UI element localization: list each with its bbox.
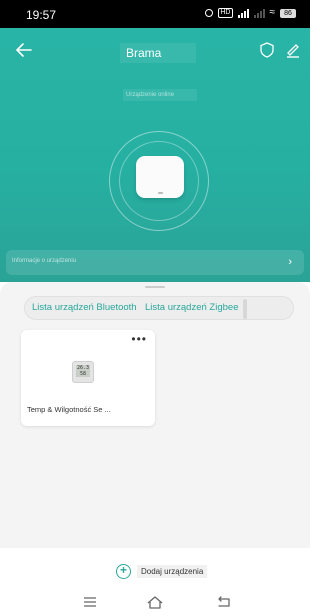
battery-icon: 86 <box>280 8 296 18</box>
hub-device-image <box>136 156 184 198</box>
device-header: Brama Urządzenie online Informacje o urz… <box>0 28 310 282</box>
back-arrow-icon[interactable] <box>14 40 34 60</box>
menu-icon[interactable] <box>81 594 99 610</box>
back-nav-icon[interactable] <box>215 594 233 610</box>
device-list-sheet: Lista urządzeń Zigbee Lista urządzeń Blu… <box>0 282 310 548</box>
wifi-icon: ≈ <box>269 7 276 18</box>
status-bar: 19:57 HD ≈ 86 <box>0 0 310 28</box>
add-device-button[interactable]: + Dodaj urządzenia <box>116 562 208 580</box>
cell-signal-2-icon <box>253 8 265 18</box>
device-status: Urządzenie online <box>123 89 197 101</box>
page-title: Brama <box>120 43 196 63</box>
status-time: 19:57 <box>26 8 57 22</box>
device-info-button[interactable]: Informacje o urządzeniu › <box>6 250 304 275</box>
status-icons: HD ≈ 86 <box>205 8 296 18</box>
hd-icon: HD <box>218 8 233 18</box>
add-device-area: + Dodaj urządzenia <box>0 548 310 588</box>
more-options-icon[interactable]: ••• <box>131 332 147 346</box>
tab-bluetooth[interactable]: Lista urządzeń Bluetooth <box>32 297 247 319</box>
add-plus-icon: + <box>116 563 131 579</box>
chevron-right-icon: › <box>288 256 292 268</box>
system-nav-bar <box>0 588 310 616</box>
sheet-handle[interactable] <box>145 286 165 288</box>
tab-divider <box>243 299 247 319</box>
add-device-label: Dodaj urządzenia <box>137 564 208 578</box>
alarm-icon <box>205 9 214 17</box>
device-card[interactable]: ••• 26.3 58 Temp & Wilgotność Se ... <box>21 330 155 426</box>
shield-icon[interactable] <box>259 41 275 59</box>
home-icon[interactable] <box>146 594 164 610</box>
tab-bar: Lista urządzeń Zigbee Lista urządzeń Blu… <box>24 296 294 320</box>
edit-icon[interactable] <box>285 41 301 59</box>
thermometer-device-icon: 26.3 58 <box>72 361 94 383</box>
device-hum-reading: 58 <box>79 371 87 377</box>
device-info-label: Informacje o urządzeniu <box>12 258 77 264</box>
device-name: Temp & Wilgotność Se ... <box>27 405 111 414</box>
cell-signal-icon <box>237 8 249 18</box>
